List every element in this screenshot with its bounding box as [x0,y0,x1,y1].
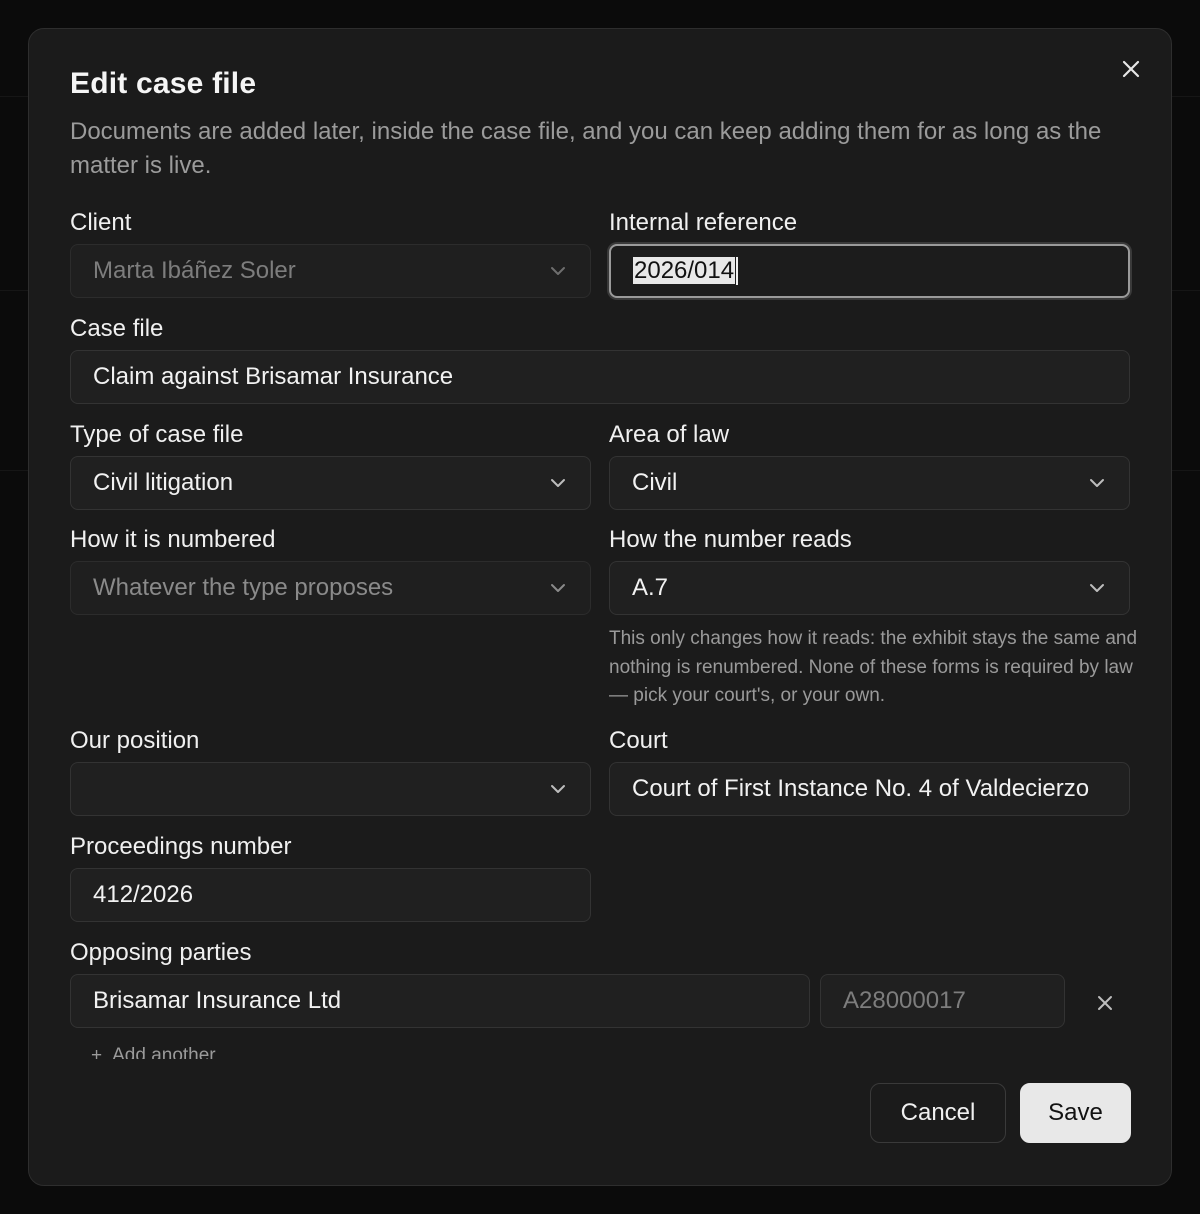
client-value: Marta Ibáñez Soler [93,257,296,284]
plus-icon: + [91,1045,103,1059]
case-file-value: Claim against Brisamar Insurance [93,363,454,390]
proceedings-number-value: 412/2026 [93,881,194,908]
number-format-help-text: This only changes how it reads: the exhi… [609,628,1138,706]
chevron-down-icon [548,578,568,598]
opposing-party-id-placeholder: A28000017 [843,987,966,1014]
opposing-party-name-input[interactable]: Brisamar Insurance Ltd [70,974,810,1028]
how-numbered-value: Whatever the type proposes [93,574,394,601]
internal-reference-label: Internal reference [609,209,798,236]
chevron-down-icon [548,261,568,281]
how-number-reads-label: How the number reads [609,526,852,553]
dialog-title: Edit case file [70,67,257,100]
chevron-down-icon [1087,578,1107,598]
close-icon [1122,60,1140,78]
type-of-case-file-value: Civil litigation [93,469,234,496]
client-select[interactable]: Marta Ibáñez Soler [70,244,591,298]
type-of-case-file-label: Type of case file [70,421,244,448]
opposing-party-name-value: Brisamar Insurance Ltd [93,987,342,1014]
case-file-label: Case file [70,315,164,342]
dialog-subtitle: Documents are added later, inside the ca… [70,118,1102,179]
save-button[interactable]: Save [1020,1083,1131,1143]
our-position-label: Our position [70,727,200,754]
edit-case-file-dialog: Edit case file Documents are added later… [28,28,1172,1186]
court-label: Court [609,727,668,754]
court-input[interactable]: Court of First Instance No. 4 of Valdeci… [609,762,1130,816]
how-numbered-select[interactable]: Whatever the type proposes [70,561,591,615]
how-number-reads-select[interactable]: A.7 [609,561,1130,615]
proceedings-number-label: Proceedings number [70,833,292,860]
close-icon [1098,996,1112,1010]
add-another-label: Add another [112,1045,216,1059]
cancel-button[interactable]: Cancel [870,1083,1006,1143]
chevron-down-icon [548,473,568,493]
area-of-law-value: Civil [632,469,678,496]
internal-reference-value: 2026/014 [633,256,736,284]
type-of-case-file-select[interactable]: Civil litigation [70,456,591,510]
client-label: Client [70,209,132,236]
opposing-parties-label: Opposing parties [70,939,252,966]
area-of-law-label: Area of law [609,421,730,448]
proceedings-number-input[interactable]: 412/2026 [70,868,591,922]
text-caret [736,257,739,286]
opposing-party-id-input[interactable]: A28000017 [820,974,1065,1028]
our-position-select[interactable] [70,762,591,816]
how-number-reads-value: A.7 [632,574,669,601]
chevron-down-icon [1087,473,1107,493]
how-numbered-label: How it is numbered [70,526,276,553]
court-value: Court of First Instance No. 4 of Valdeci… [632,775,1090,802]
close-button[interactable] [1115,53,1147,85]
internal-reference-input[interactable]: 2026/014 [609,244,1130,298]
chevron-down-icon [548,779,568,799]
add-another-party-link[interactable]: + Add another [91,1045,216,1059]
area-of-law-select[interactable]: Civil [609,456,1130,510]
remove-opposing-party-button[interactable] [1091,989,1119,1017]
case-file-input[interactable]: Claim against Brisamar Insurance [70,350,1130,404]
